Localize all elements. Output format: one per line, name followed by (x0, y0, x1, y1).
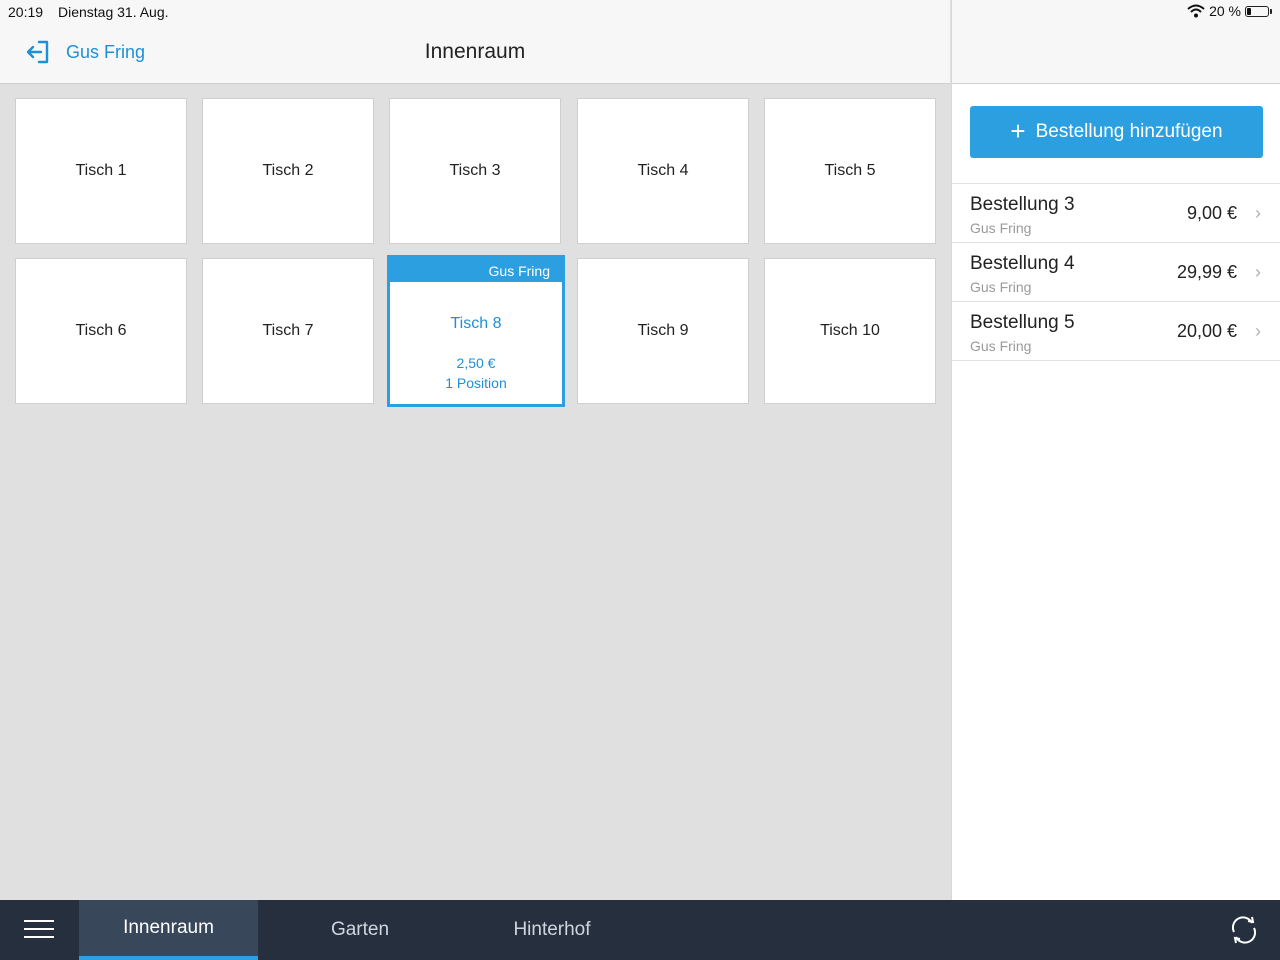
status-indicators: 20 % (1187, 3, 1272, 19)
table-tile[interactable]: Tisch 4 (577, 98, 749, 244)
order-price: 29,99 € (1176, 262, 1237, 282)
order-waiter: Gus Fring (970, 338, 1032, 354)
order-waiter: Gus Fring (970, 220, 1032, 236)
table-label: Tisch 7 (262, 322, 314, 339)
table-amount: 2,50 € (456, 355, 496, 371)
order-name: Bestellung 4 (970, 253, 1075, 274)
tab-garten[interactable]: Garten (280, 900, 440, 960)
table-label: Tisch 10 (820, 322, 880, 339)
table-label: Tisch 9 (637, 322, 689, 339)
status-date: Dienstag 31. Aug. (58, 4, 169, 20)
table-tile[interactable]: Tisch 5 (764, 98, 936, 244)
order-row[interactable]: Bestellung 5 Gus Fring 20,00 € › (952, 302, 1280, 361)
order-row[interactable]: Bestellung 4 Gus Fring 29,99 € › (952, 243, 1280, 302)
table-tile[interactable]: Tisch 2 (202, 98, 374, 244)
battery-icon (1245, 5, 1269, 17)
plus-icon: + (1010, 115, 1026, 146)
status-bar: 20:19 Dienstag 31. Aug. 20 % (0, 0, 1280, 24)
tab-hinterhof[interactable]: Hinterhof (472, 900, 632, 960)
table-label: Tisch 4 (637, 162, 689, 179)
bottom-tab-bar: Innenraum Garten Hinterhof (0, 900, 1280, 960)
add-order-label: Bestellung hinzufügen (1035, 121, 1223, 142)
wifi-icon (1187, 4, 1205, 18)
status-time: 20:19 (8, 4, 44, 20)
table-tile[interactable]: Tisch 10 (764, 258, 936, 404)
table-label: Tisch 5 (824, 162, 876, 179)
order-sidebar: + Bestellung hinzufügen Bestellung 3 Gus … (951, 84, 1280, 900)
table-label: Tisch 2 (262, 162, 314, 179)
table-tile[interactable]: Tisch 9 (577, 258, 749, 404)
order-name: Bestellung 3 (970, 194, 1075, 215)
chevron-right-icon: › (1255, 262, 1261, 282)
table-label: Tisch 3 (449, 162, 501, 179)
table-tile[interactable]: Gus Fring Tisch 8 2,50 € 1 Position (387, 255, 565, 407)
battery-percent: 20 % (1209, 3, 1241, 19)
tab-innenraum[interactable]: Innenraum (79, 900, 258, 960)
table-label: Tisch 1 (75, 162, 127, 179)
table-tile[interactable]: Tisch 6 (15, 258, 187, 404)
refresh-icon[interactable] (1228, 914, 1260, 946)
order-price: 20,00 € (1176, 321, 1237, 341)
chevron-right-icon: › (1255, 321, 1261, 341)
table-positions: 1 Position (445, 375, 507, 391)
table-tile[interactable]: Tisch 3 (389, 98, 561, 244)
page-title: Innenraum (424, 40, 526, 63)
table-tile[interactable]: Tisch 1 (15, 98, 187, 244)
table-waiter: Gus Fring (390, 258, 562, 282)
table-label: Tisch 6 (75, 322, 127, 339)
order-name: Bestellung 5 (970, 312, 1075, 333)
table-tile[interactable]: Tisch 7 (202, 258, 374, 404)
table-label: Tisch 8 (450, 315, 502, 332)
table-grid: Tisch 1 Tisch 2 Tisch 3 Tisch 4 Tisch 5 Tisch… (0, 84, 950, 900)
order-price: 9,00 € (1186, 203, 1237, 223)
order-waiter: Gus Fring (970, 279, 1032, 295)
order-list: Bestellung 3 Gus Fring 9,00 € › Bestellung 4… (952, 183, 1280, 361)
menu-icon[interactable] (24, 920, 54, 940)
add-order-button[interactable]: + Bestellung hinzufügen (970, 106, 1263, 158)
chevron-right-icon: › (1255, 203, 1261, 223)
order-row[interactable]: Bestellung 3 Gus Fring 9,00 € › (952, 184, 1280, 243)
